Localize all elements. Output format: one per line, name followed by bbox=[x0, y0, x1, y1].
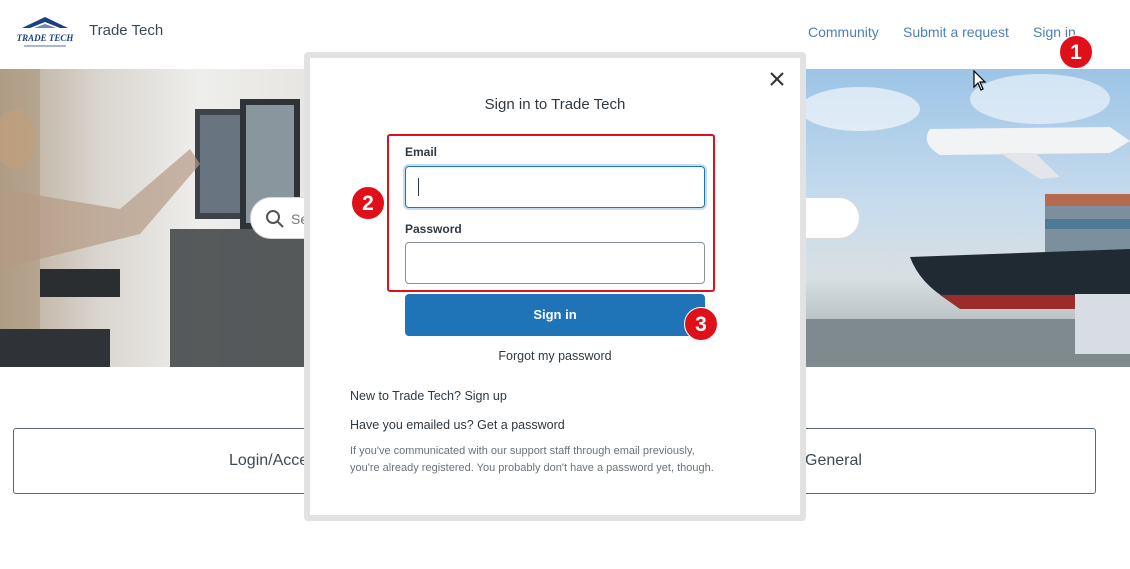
category-general[interactable]: General bbox=[805, 452, 862, 470]
sign-in-modal: Sign in to Trade Tech Email Password Sig… bbox=[310, 58, 800, 515]
new-user-line: New to Trade Tech? Sign up bbox=[350, 389, 507, 403]
help-text: If you've communicated with our support … bbox=[350, 443, 770, 477]
text-caret bbox=[418, 178, 419, 196]
help-text-line-2: you're already registered. You probably … bbox=[350, 462, 714, 474]
forgot-password-link[interactable]: Forgot my password bbox=[310, 349, 800, 363]
email-label: Email bbox=[405, 145, 438, 159]
svg-text:TRADE TECH: TRADE TECH bbox=[17, 33, 74, 43]
close-icon[interactable] bbox=[768, 70, 786, 88]
brand-name[interactable]: Trade Tech bbox=[89, 22, 163, 39]
password-label: Password bbox=[405, 222, 462, 236]
new-user-prefix: New to Trade Tech? bbox=[350, 389, 461, 403]
sign-up-link[interactable]: Sign up bbox=[464, 389, 506, 403]
emailed-prefix: Have you emailed us? bbox=[350, 418, 474, 432]
help-text-line-1: If you've communicated with our support … bbox=[350, 445, 695, 457]
get-password-link[interactable]: Get a password bbox=[477, 418, 565, 432]
step-badge-1: 1 bbox=[1059, 35, 1093, 69]
modal-title: Sign in to Trade Tech bbox=[484, 96, 626, 113]
step-badge-3: 3 bbox=[684, 307, 718, 341]
emailed-us-line: Have you emailed us? Get a password bbox=[350, 418, 565, 432]
nav-submit-request-link[interactable]: Submit a request bbox=[903, 24, 1009, 40]
nav-community-link[interactable]: Community bbox=[808, 24, 879, 40]
email-field[interactable] bbox=[405, 166, 705, 208]
step-badge-2: 2 bbox=[351, 186, 385, 220]
trade-tech-logo[interactable]: TRADE TECH bbox=[16, 14, 74, 52]
mouse-cursor-icon bbox=[973, 69, 987, 97]
page: TRADE TECH Trade Tech Community Submit a… bbox=[0, 0, 1130, 569]
password-field[interactable] bbox=[405, 242, 705, 284]
search-icon bbox=[265, 209, 285, 234]
sign-in-button[interactable]: Sign in bbox=[405, 294, 705, 336]
